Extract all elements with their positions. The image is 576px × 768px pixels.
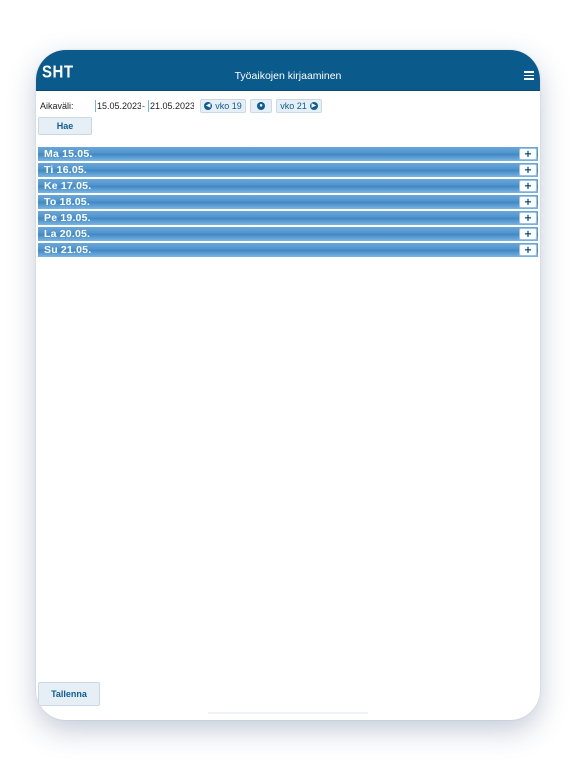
plus-icon[interactable]: + [519,180,537,192]
page-title: Työaikojen kirjaaminen [234,70,342,82]
day-label: Ti 16.05. [44,164,88,176]
device-frame: SHT Työaikojen kirjaaminen Aikaväli: - ◀… [36,50,540,720]
search-button[interactable]: Hae [38,117,92,135]
range-label: Aikaväli: [40,101,74,111]
day-row-saturday[interactable]: La 20.05. + [38,227,538,241]
next-week-label: vko 21 [280,101,307,111]
day-row-friday[interactable]: Pe 19.05. + [38,211,538,225]
day-label: Ke 17.05. [44,180,92,192]
plus-icon[interactable]: + [519,196,537,208]
day-label: To 18.05. [44,196,90,208]
prev-week-button[interactable]: ◀ vko 19 [200,99,246,113]
plus-icon[interactable]: + [519,244,537,256]
save-button[interactable]: Tallenna [38,682,100,706]
start-date-input[interactable] [95,100,141,112]
plus-icon[interactable]: + [519,212,537,224]
dot-circle-icon: ● [257,102,265,110]
prev-week-label: vko 19 [215,101,242,111]
header-divider [36,90,540,91]
end-date-input[interactable] [148,100,194,112]
day-row-thursday[interactable]: To 18.05. + [38,195,538,209]
day-row-tuesday[interactable]: Ti 16.05. + [38,163,538,177]
day-row-wednesday[interactable]: Ke 17.05. + [38,179,538,193]
day-row-sunday[interactable]: Su 21.05. + [38,243,538,257]
hamburger-menu-icon[interactable] [524,71,534,80]
day-label: Su 21.05. [44,244,92,256]
plus-icon[interactable]: + [519,164,537,176]
arrow-right-circle-icon: ▶ [309,102,318,110]
day-label: Ma 15.05. [44,148,93,160]
home-indicator [208,712,368,714]
range-separator: - [142,101,145,111]
day-label: La 20.05. [44,228,91,240]
next-week-button[interactable]: vko 21 ▶ [276,99,322,113]
app-header: SHT Työaikojen kirjaaminen [36,50,540,90]
current-week-button[interactable]: ● [250,99,272,113]
plus-icon[interactable]: + [519,228,537,240]
day-label: Pe 19.05. [44,212,91,224]
plus-icon[interactable]: + [519,148,537,160]
day-list: Ma 15.05. + Ti 16.05. + Ke 17.05. + To 1… [38,147,538,259]
day-row-monday[interactable]: Ma 15.05. + [38,147,538,161]
arrow-left-circle-icon: ◀ [204,102,213,110]
